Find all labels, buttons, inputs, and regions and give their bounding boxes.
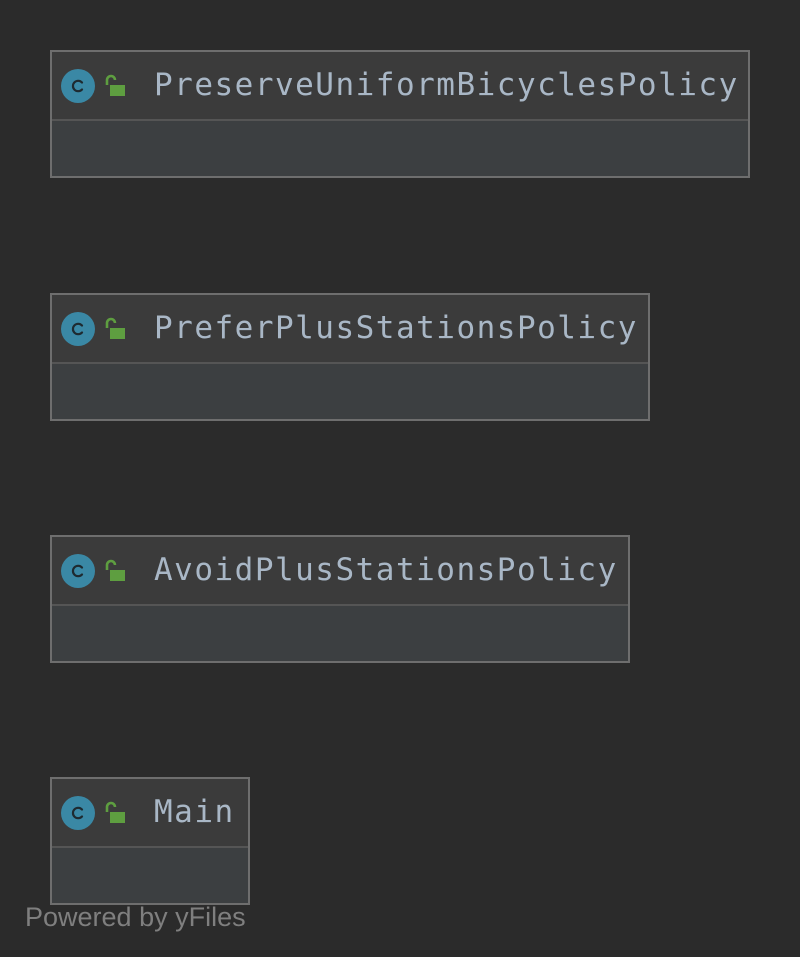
class-c-icon	[61, 795, 95, 830]
class-name: AvoidPlusStationsPolicy	[154, 552, 618, 588]
class-node-main[interactable]: Main	[50, 777, 250, 905]
class-node-avoid-plus-stations-policy[interactable]: AvoidPlusStationsPolicy	[50, 535, 630, 663]
yfiles-watermark: Powered by yFiles	[25, 902, 246, 932]
class-header: PreserveUniformBicyclesPolicy	[52, 52, 748, 121]
open-lock-icon	[104, 317, 128, 341]
class-name: PreserveUniformBicyclesPolicy	[154, 67, 739, 103]
open-lock-icon	[104, 801, 128, 825]
class-node-preserve-uniform-bicycles-policy[interactable]: PreserveUniformBicyclesPolicy	[50, 50, 750, 178]
class-name: Main	[154, 794, 235, 830]
open-lock-icon	[104, 559, 128, 583]
class-header: PreferPlusStationsPolicy	[52, 295, 648, 364]
class-header: Main	[52, 779, 248, 848]
class-header: AvoidPlusStationsPolicy	[52, 537, 628, 606]
class-members-section	[52, 121, 748, 176]
class-members-section	[52, 848, 248, 903]
class-c-icon	[61, 311, 95, 346]
class-c-icon	[61, 553, 95, 588]
class-members-section	[52, 606, 628, 661]
class-name: PreferPlusStationsPolicy	[154, 310, 638, 346]
class-members-section	[52, 364, 648, 419]
class-node-prefer-plus-stations-policy[interactable]: PreferPlusStationsPolicy	[50, 293, 650, 421]
open-lock-icon	[104, 74, 128, 98]
class-c-icon	[61, 68, 95, 103]
